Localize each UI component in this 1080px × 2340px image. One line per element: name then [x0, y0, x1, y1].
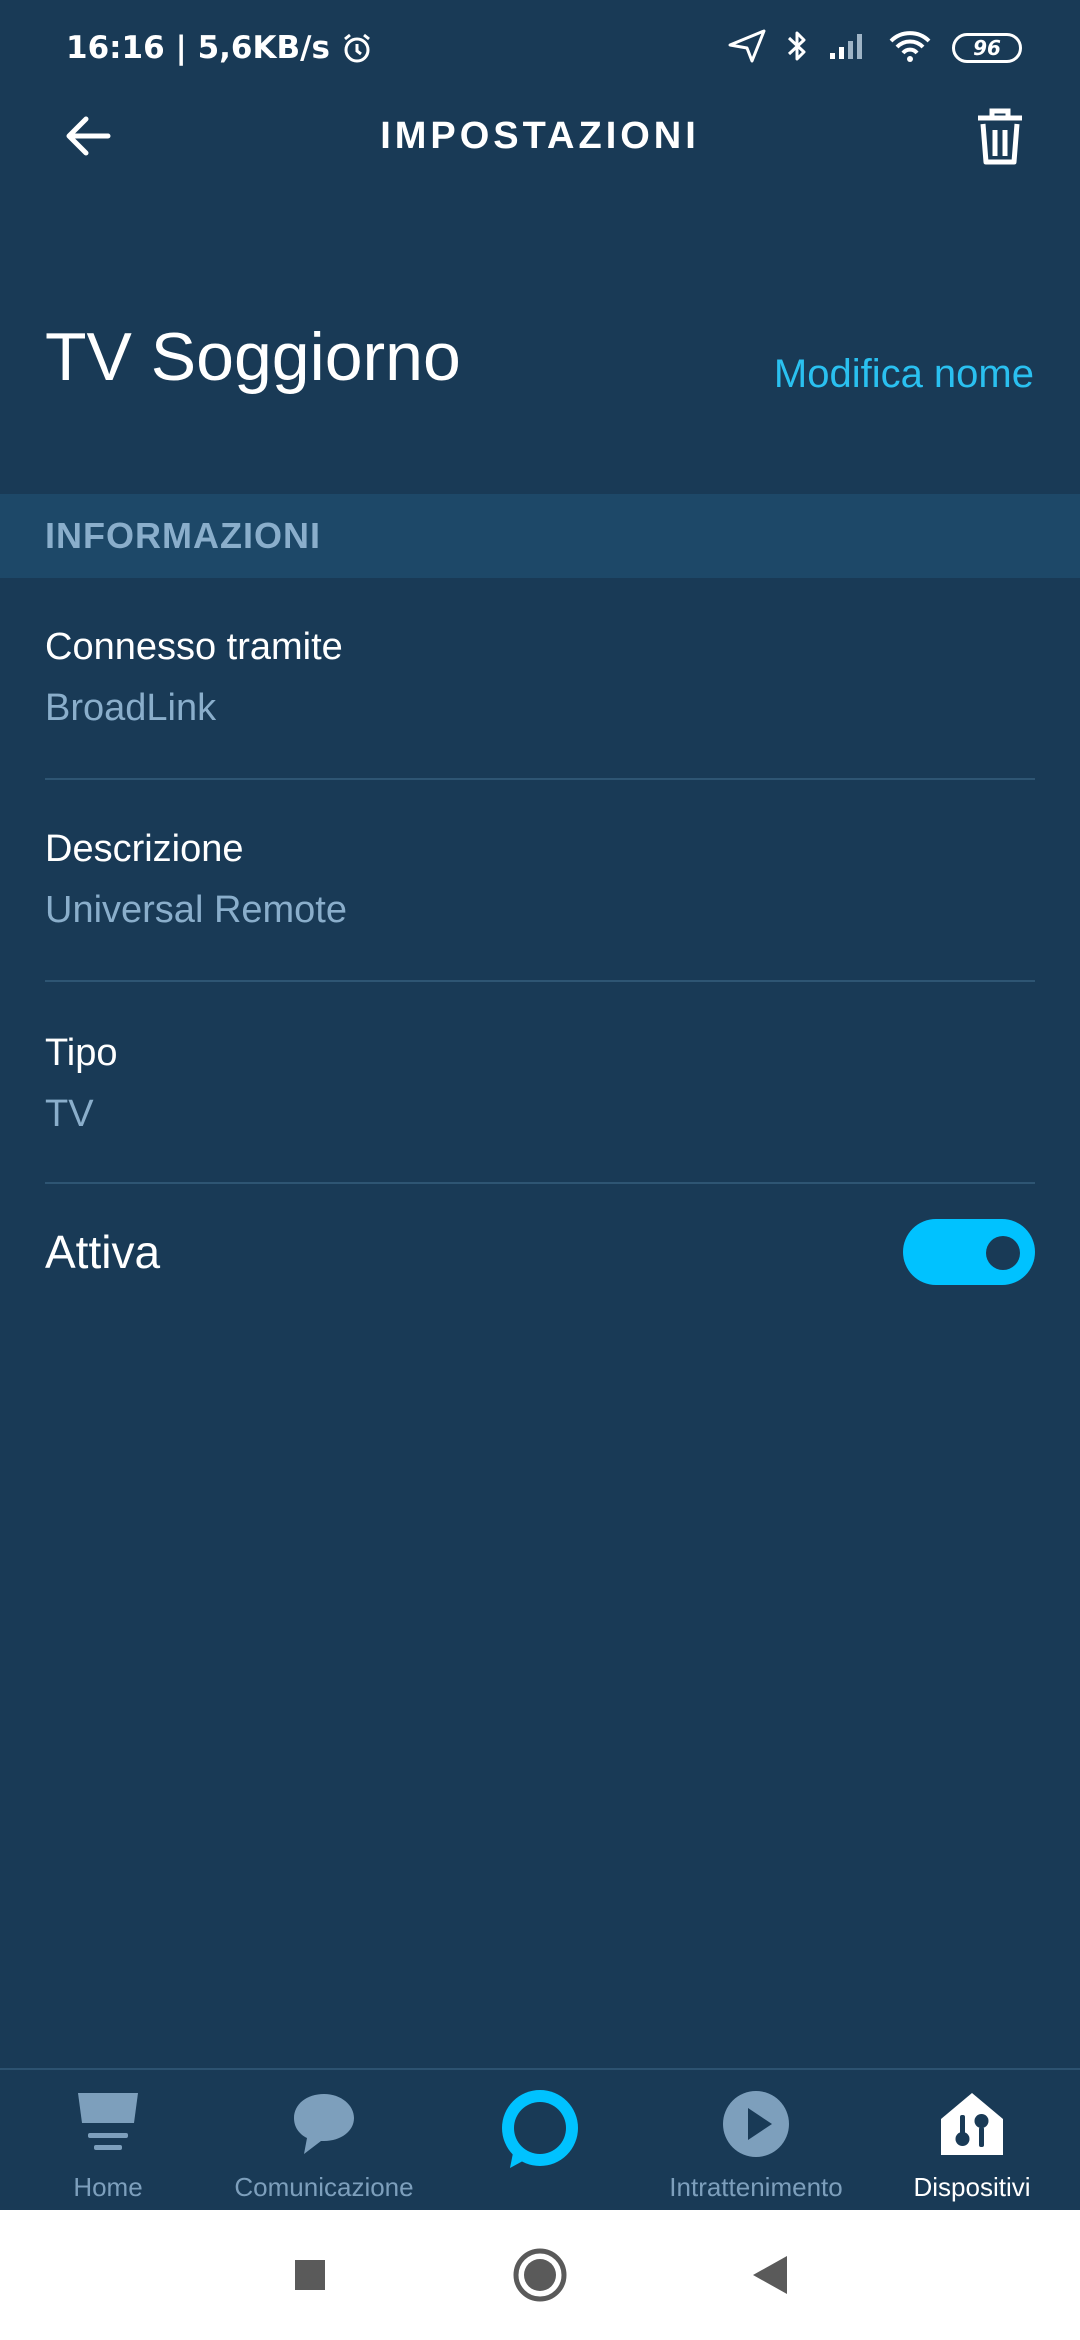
arrow-left-icon	[66, 116, 111, 156]
play-circle-icon	[722, 2088, 790, 2160]
wifi-icon	[888, 29, 932, 67]
trash-icon	[978, 108, 1022, 165]
info-label: Tipo	[45, 1032, 118, 1074]
status-bar: 16:16 | 5,6KB/s 96	[0, 0, 1080, 96]
info-value: Universal Remote	[45, 889, 347, 931]
back-system-button[interactable]	[730, 2235, 810, 2315]
home-icon	[76, 2088, 140, 2160]
active-label: Attiva	[45, 1226, 161, 1278]
signal-icon	[828, 31, 868, 65]
triangle-back-icon	[753, 2256, 787, 2294]
nav-item-entertainment[interactable]: Intrattenimento	[648, 2070, 864, 2210]
section-header-informazioni: INFORMAZIONI	[0, 494, 1080, 578]
square-icon	[295, 2260, 325, 2290]
edit-name-link[interactable]: Modifica nome	[774, 352, 1034, 397]
back-button[interactable]	[58, 108, 118, 164]
nav-label: Dispositivi	[913, 2172, 1031, 2202]
battery-indicator: 96	[952, 33, 1022, 63]
page-title: IMPOSTAZIONI	[380, 114, 700, 157]
chat-bubble-icon	[291, 2088, 357, 2160]
nav-item-devices[interactable]: Dispositivi	[864, 2070, 1080, 2210]
location-icon	[728, 29, 766, 67]
active-row: Attiva	[45, 1218, 1035, 1286]
bluetooth-icon	[786, 28, 808, 68]
active-toggle[interactable]	[903, 1219, 1035, 1285]
app-bar: IMPOSTAZIONI	[0, 96, 1080, 176]
delete-button[interactable]	[968, 104, 1032, 168]
info-row-type: Tipo TV	[45, 1032, 1035, 1184]
system-navigation-bar	[0, 2210, 1080, 2340]
devices-house-icon	[939, 2088, 1005, 2160]
status-time-speed: 16:16 | 5,6KB/s	[66, 30, 330, 66]
nav-label: Intrattenimento	[669, 2172, 843, 2202]
bottom-navigation: Home Comunicazione Intrattenimento Dispo…	[0, 2068, 1080, 2210]
status-bar-left: 16:16 | 5,6KB/s	[66, 30, 374, 66]
circle-icon	[513, 2248, 567, 2302]
info-row-connected-via: Connesso tramite BroadLink	[45, 626, 1035, 780]
recents-button[interactable]	[270, 2235, 350, 2315]
nav-item-communication[interactable]: Comunicazione	[216, 2070, 432, 2210]
nav-label: Home	[73, 2172, 143, 2202]
home-system-button[interactable]	[500, 2235, 580, 2315]
info-value: TV	[45, 1093, 94, 1135]
nav-item-alexa[interactable]	[432, 2070, 648, 2210]
info-label: Descrizione	[45, 828, 244, 870]
info-value: BroadLink	[45, 687, 217, 729]
info-row-description: Descrizione Universal Remote	[45, 828, 1035, 982]
toggle-knob	[986, 1236, 1020, 1270]
device-name: TV Soggiorno	[45, 319, 461, 395]
info-label: Connesso tramite	[45, 626, 343, 668]
nav-item-home[interactable]: Home	[0, 2070, 216, 2210]
nav-label: Comunicazione	[234, 2172, 414, 2202]
status-bar-right: 96	[728, 28, 1022, 68]
alexa-icon	[492, 2090, 588, 2168]
alarm-icon	[340, 31, 374, 65]
